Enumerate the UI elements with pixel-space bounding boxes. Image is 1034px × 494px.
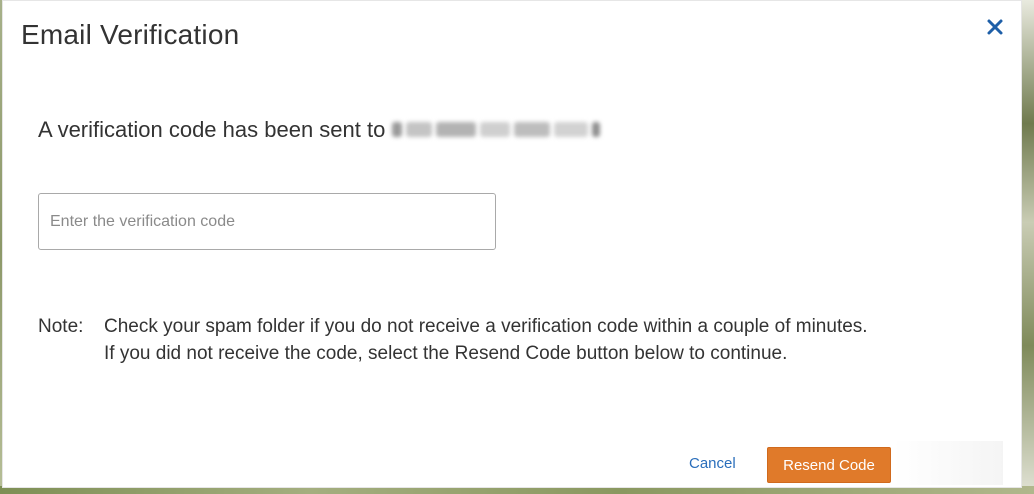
note-line-spam: Check your spam folder if you do not rec…	[104, 316, 868, 337]
dialog-title: Email Verification	[21, 19, 240, 50]
verification-message-text: A verification code has been sent to	[38, 117, 386, 142]
note-label: Note:	[38, 316, 84, 337]
resend-code-button[interactable]: Resend Code	[767, 447, 891, 483]
email-verification-dialog: Email Verification A verification code h…	[2, 0, 1022, 488]
footer-shade	[893, 441, 1003, 485]
close-button[interactable]	[983, 15, 1007, 39]
redacted-email-address	[392, 118, 602, 142]
note-text: Check your spam folder if you do not rec…	[104, 313, 868, 367]
background-right-edge	[1022, 0, 1034, 494]
verification-code-input[interactable]	[38, 193, 496, 250]
note-section: Note: Check your spam folder if you do n…	[38, 313, 868, 367]
note-line-resend: If you did not receive the code, select …	[104, 343, 788, 364]
verification-message: A verification code has been sent to	[38, 117, 602, 143]
cancel-link[interactable]: Cancel	[689, 455, 736, 472]
close-icon	[987, 19, 1003, 35]
